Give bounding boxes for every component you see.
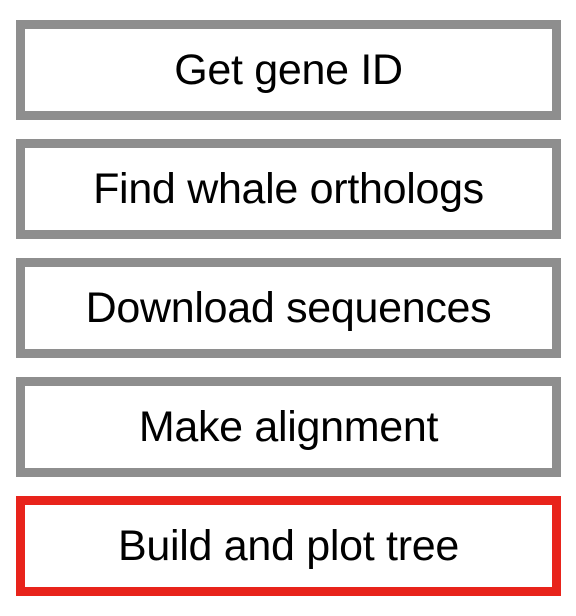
step-download-sequences: Download sequences — [16, 258, 561, 358]
step-find-whale-orthologs: Find whale orthologs — [16, 139, 561, 239]
step-label: Make alignment — [138, 402, 439, 451]
step-make-alignment: Make alignment — [16, 377, 561, 477]
step-label: Build and plot tree — [118, 521, 459, 570]
step-get-gene-id: Get gene ID — [16, 20, 561, 120]
step-label: Download sequences — [85, 283, 492, 332]
workflow-steps: Get gene ID Find whale orthologs Downloa… — [16, 20, 561, 596]
step-build-and-plot-tree: Build and plot tree — [16, 496, 561, 596]
step-label: Get gene ID — [174, 45, 403, 94]
step-label: Find whale orthologs — [93, 164, 484, 213]
